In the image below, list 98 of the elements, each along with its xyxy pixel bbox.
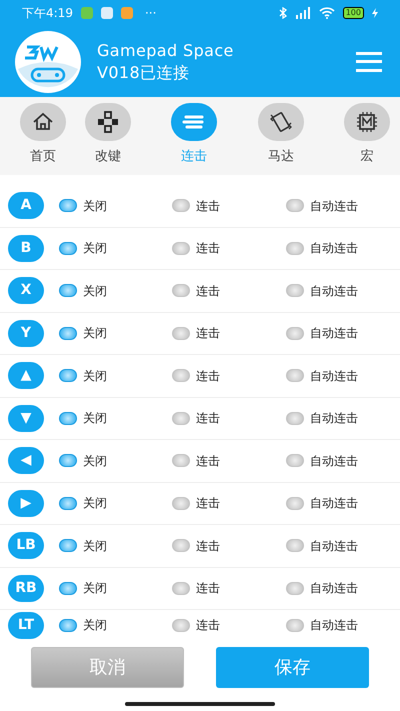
tab[interactable]: 马达 [253,103,309,166]
wifi-icon [318,7,335,19]
radio-button[interactable] [59,454,77,468]
vibrating-phone-icon [268,109,294,135]
connection-status: V018已连接 [97,62,190,84]
gamepad-button-badge: ▲ [8,362,44,390]
radio-option[interactable]: 关闭 [59,616,107,634]
radio-option[interactable]: 自动连击 [286,239,358,258]
app-title: Gamepad Space [97,40,234,62]
radio-option[interactable]: 关闭 [59,494,107,512]
radio-button[interactable] [59,582,77,595]
radio-option[interactable]: 关闭 [59,579,107,598]
tab[interactable]: 首页 [15,103,71,166]
radio-button[interactable] [172,618,190,632]
radio-button[interactable] [286,326,304,340]
radio-button[interactable] [286,242,304,255]
radio-button[interactable] [286,539,304,552]
gamepad-button-badge: A [8,192,44,220]
radio-button[interactable] [286,369,304,382]
radio-option[interactable]: 连击 [172,536,220,555]
app-notification-icon [80,7,93,19]
gamepad-button-badge: ▼ [8,404,44,432]
radio-button[interactable] [59,496,77,510]
more-notifications: ··· [144,5,156,22]
radio-option[interactable]: 连击 [172,409,220,428]
radio-option[interactable]: 自动连击 [286,196,358,215]
radio-option[interactable]: 关闭 [59,196,107,215]
radio-option[interactable]: 关闭 [59,324,107,342]
bluetooth-icon [278,7,287,19]
battery-indicator: 100 [342,7,364,19]
radio-button[interactable] [286,582,304,595]
tab[interactable]: 改键 [80,103,136,166]
radio-button[interactable] [286,284,304,298]
radio-button[interactable] [59,242,77,255]
radio-option[interactable]: 关闭 [59,409,107,428]
radio-button[interactable] [286,199,304,212]
radio-button[interactable] [59,199,77,212]
gamepad-button-badge: LB [8,532,44,560]
radio-option[interactable]: 自动连击 [286,366,358,385]
radio-option[interactable]: 自动连击 [286,616,358,634]
radio-option[interactable]: 关闭 [59,452,107,470]
gamepad-button-badge: LT [8,612,44,638]
gamepad-button-badge: ◀ [8,447,44,474]
radio-option[interactable]: 连击 [172,616,220,634]
radio-option[interactable]: 连击 [172,282,220,300]
app-notification-icon [100,7,113,19]
radio-button[interactable] [172,284,190,298]
radio-option[interactable]: 自动连击 [286,536,358,555]
radio-button[interactable] [172,454,190,468]
radio-option[interactable]: 关闭 [59,282,107,300]
radio-option[interactable]: 连击 [172,324,220,342]
radio-button[interactable] [59,539,77,552]
gamepad-button-badge: B [8,234,44,262]
radio-option[interactable]: 连击 [172,239,220,258]
radio-button[interactable] [172,582,190,595]
radio-option[interactable]: 关闭 [59,536,107,555]
menu-button[interactable] [356,52,382,72]
radio-button[interactable] [286,454,304,468]
radio-button[interactable] [172,242,190,255]
radio-button[interactable] [172,539,190,552]
radio-button[interactable] [59,326,77,340]
dpad-icon [95,109,121,135]
radio-button[interactable] [59,284,77,298]
radio-option[interactable]: 自动连击 [286,579,358,598]
signal-icon [294,7,311,19]
radio-option[interactable]: 自动连击 [286,324,358,342]
radio-button[interactable] [286,412,304,425]
radio-button[interactable] [59,412,77,425]
radio-option[interactable]: 连击 [172,196,220,215]
radio-button[interactable] [286,618,304,632]
radio-option[interactable]: 自动连击 [286,282,358,300]
radio-button[interactable] [286,496,304,510]
radio-option[interactable]: 连击 [172,452,220,470]
radio-option[interactable]: 连击 [172,366,220,385]
radio-option[interactable]: 连击 [172,579,220,598]
radio-button[interactable] [172,199,190,212]
gamepad-button-badge: RB [8,574,44,602]
radio-option[interactable]: 自动连击 [286,452,358,470]
radio-option[interactable]: 关闭 [59,366,107,385]
gamepad-button-badge: Y [8,320,44,347]
app-logo [15,30,81,92]
gamepad-button-badge: ▶ [8,490,44,517]
gamepad-button-badge: X [8,277,44,304]
radio-option[interactable]: 自动连击 [286,409,358,428]
charging-icon [372,8,378,18]
radio-button[interactable] [59,369,77,382]
radio-button[interactable] [172,369,190,382]
radio-option[interactable]: 关闭 [59,239,107,258]
radio-option[interactable]: 连击 [172,494,220,512]
radio-button[interactable] [172,326,190,340]
chip-icon [354,109,380,135]
app-notification-icon [120,7,133,19]
radio-option[interactable]: 自动连击 [286,494,358,512]
radio-button[interactable] [59,618,77,632]
tab[interactable]: 宏 [339,103,395,166]
status-time: 下午4:19 [22,5,73,22]
radio-button[interactable] [172,412,190,425]
radio-button[interactable] [172,496,190,510]
